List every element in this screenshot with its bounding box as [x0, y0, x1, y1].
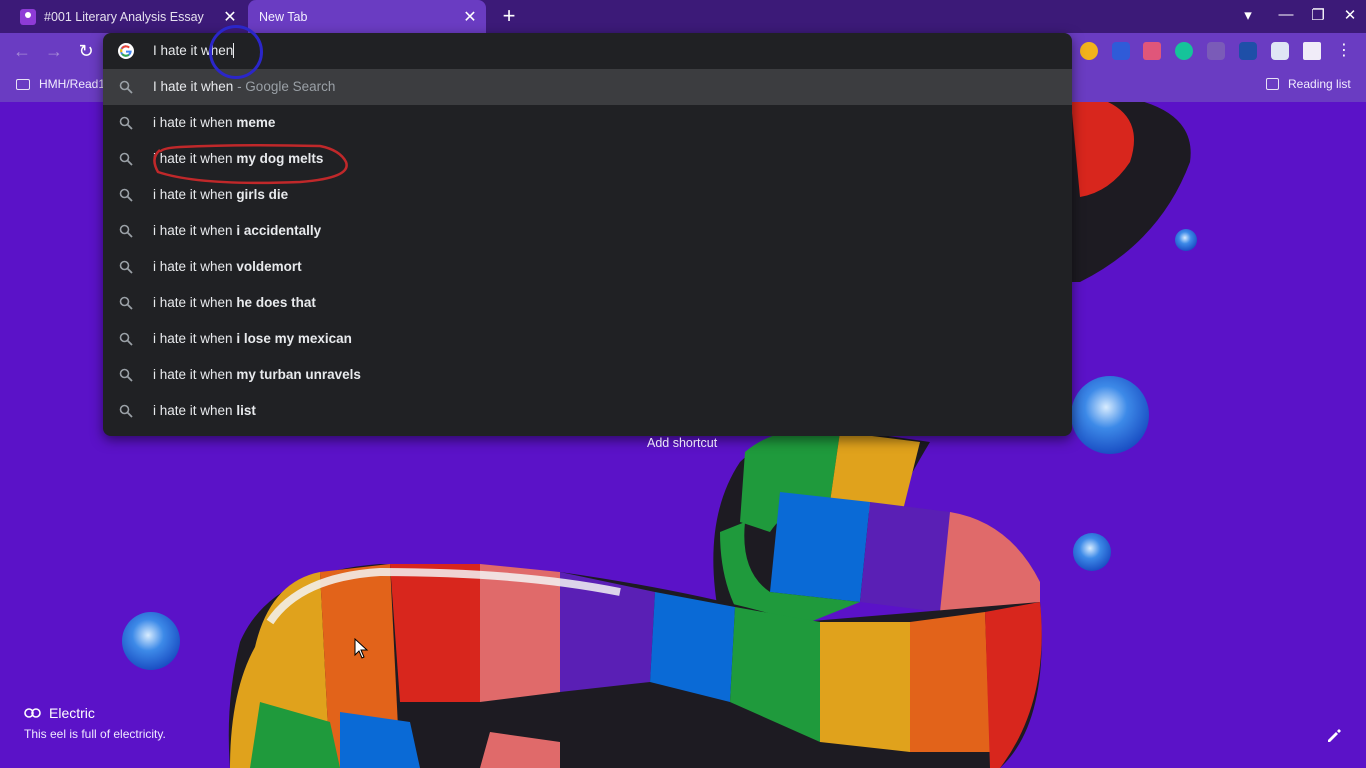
attribution-subtitle: This eel is full of electricity. — [24, 727, 166, 741]
blue-circle-annotation — [209, 25, 263, 79]
link-icon — [24, 708, 41, 718]
background-attribution[interactable]: Electric This eel is full of electricity… — [24, 705, 166, 741]
annotation-layer — [153, 143, 348, 185]
mouse-pointer-icon — [354, 638, 369, 659]
customize-pencil-icon[interactable] — [1324, 726, 1344, 746]
attribution-title: Electric — [49, 705, 95, 721]
add-shortcut-link[interactable]: Add shortcut — [647, 436, 717, 450]
red-scribble-circle — [153, 143, 348, 185]
